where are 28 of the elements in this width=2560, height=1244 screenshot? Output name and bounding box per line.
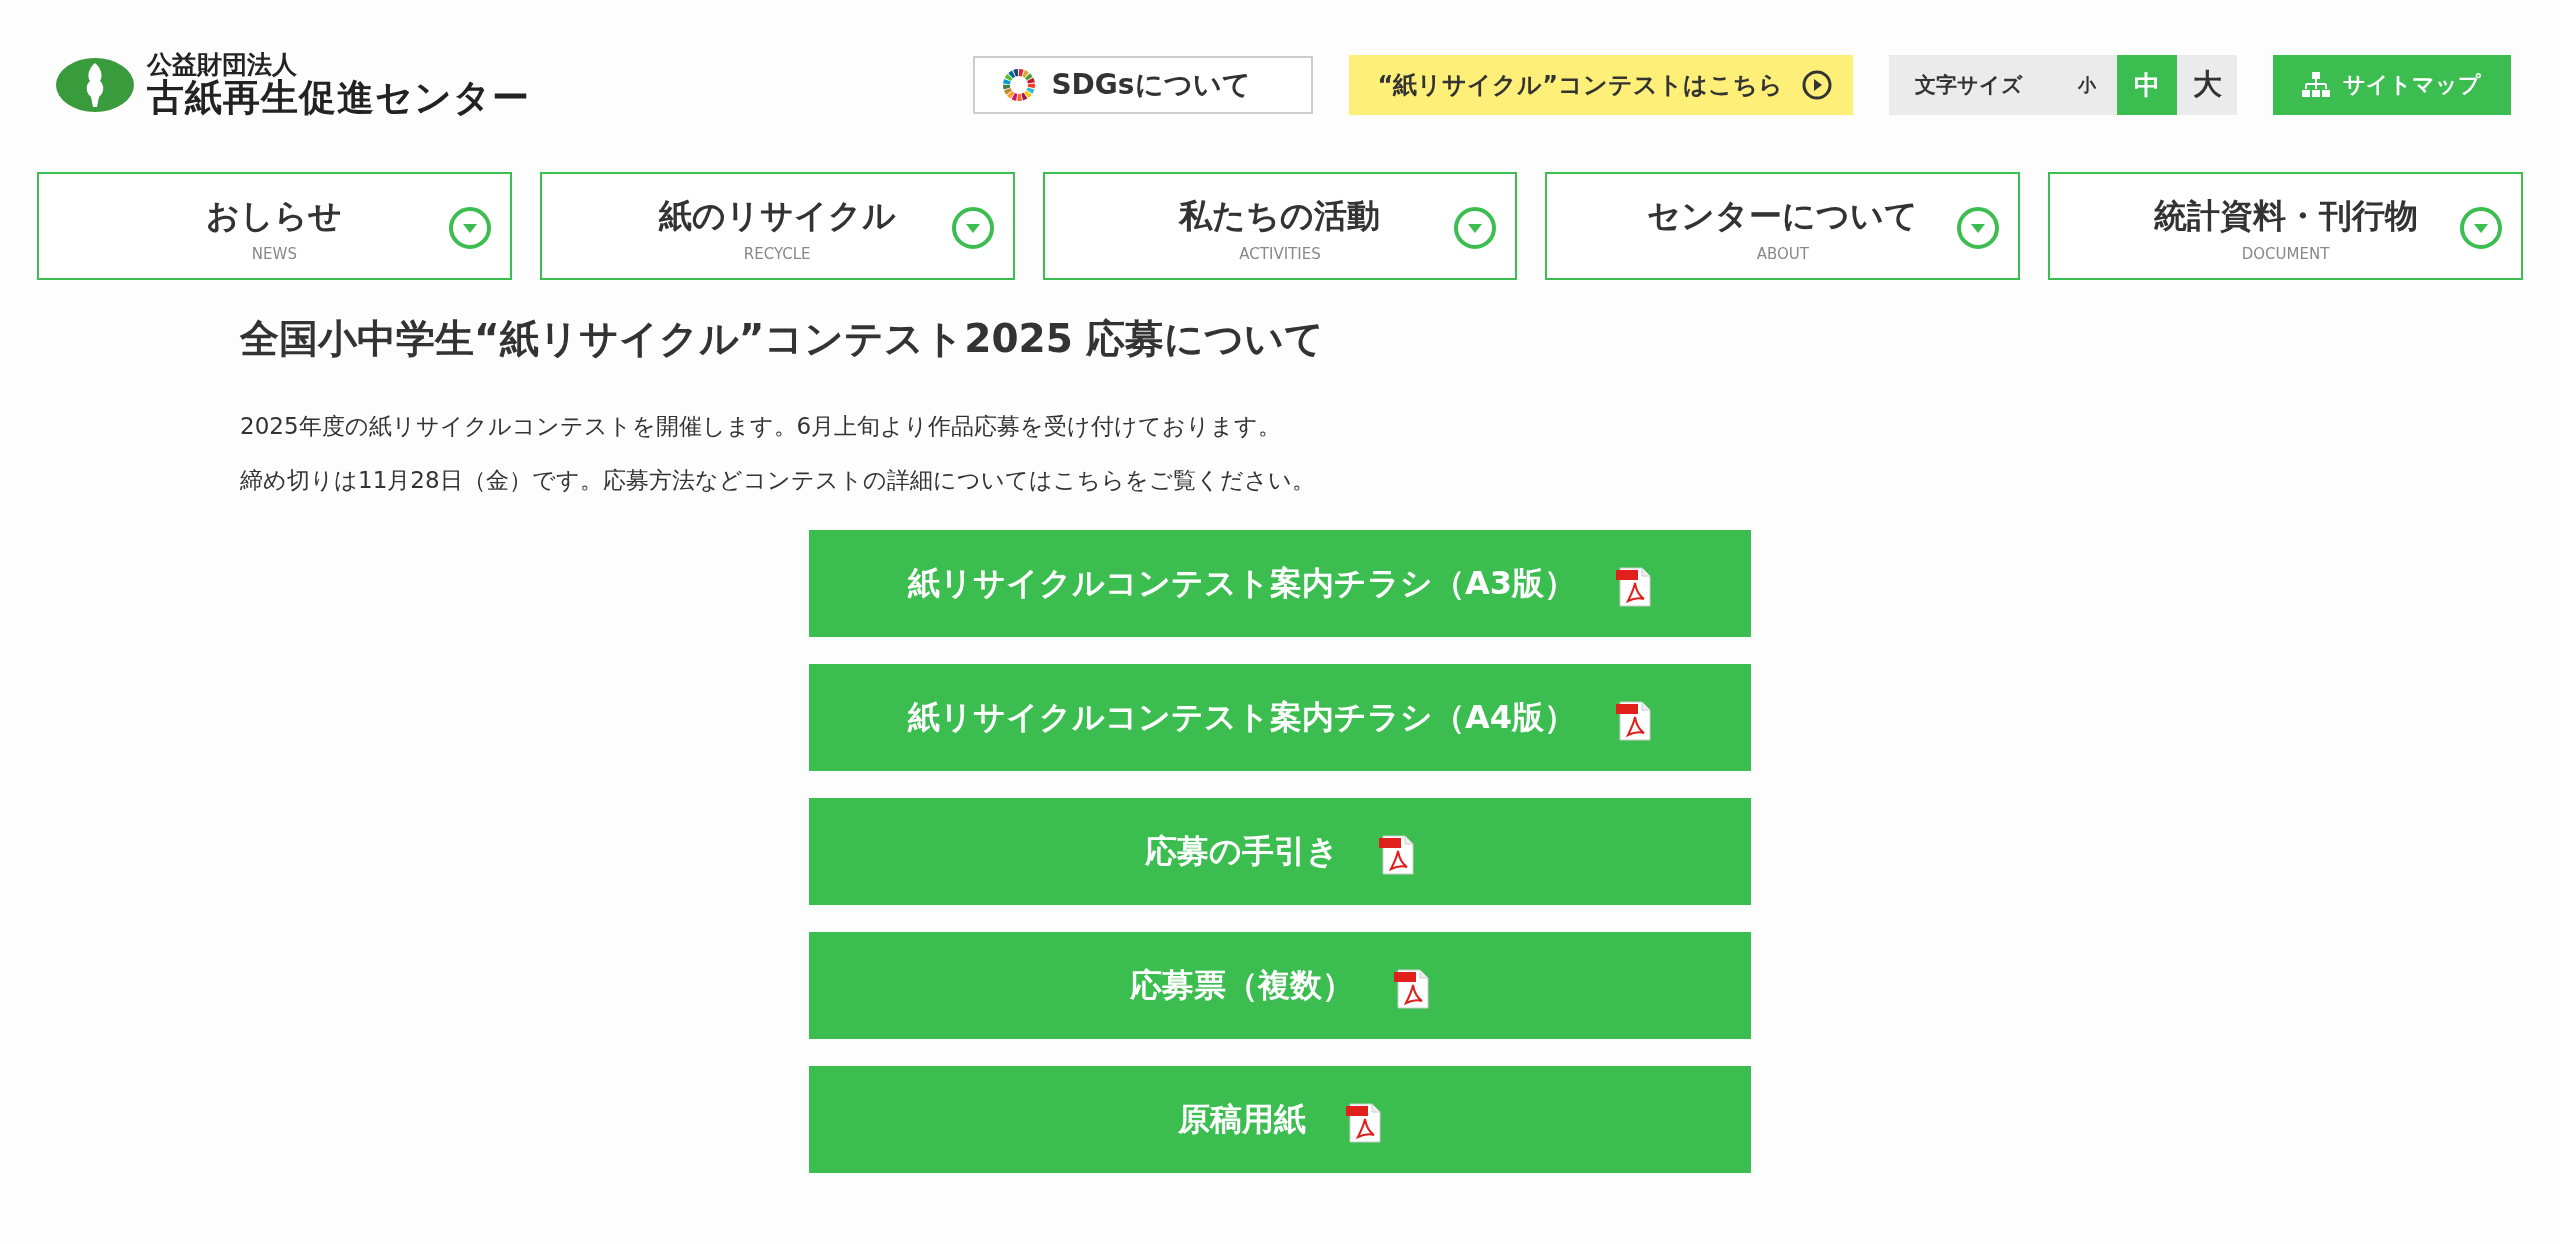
organization-name: 古紙再生促進センター bbox=[147, 78, 530, 120]
pdf-file-icon bbox=[1346, 1102, 1382, 1143]
font-size-label: 文字サイズ bbox=[1914, 72, 2024, 99]
nav-menu-item[interactable]: おしらせ NEWS bbox=[37, 172, 512, 280]
dropdown-icon bbox=[950, 206, 995, 250]
pdf-file-icon bbox=[1616, 700, 1652, 741]
paragraph: 2025年度の紙リサイクルコンテストを開催します。6月上旬より作品応募を受け付けております。 bbox=[240, 412, 1283, 441]
pdf-file-icon bbox=[1616, 566, 1652, 607]
page-title: 全国小中学生“紙リサイクル”コンテスト2025 応募について bbox=[240, 315, 1326, 363]
font-size-option[interactable]: 小 bbox=[2057, 55, 2117, 115]
organization-type: 公益財団法人 bbox=[147, 50, 298, 79]
logo-icon bbox=[55, 55, 135, 115]
pdf-file-icon bbox=[1394, 968, 1430, 1009]
dropdown-icon bbox=[447, 206, 492, 250]
nav-menu-item[interactable]: 私たちの活動 ACTIVITIES bbox=[1042, 172, 1518, 280]
font-size-option[interactable]: 大 bbox=[2177, 55, 2237, 115]
sdgs-link[interactable]: SDGsについて bbox=[973, 56, 1314, 114]
nav-menu-item[interactable]: 統計資料・刊行物 DOCUMENT bbox=[2048, 172, 2523, 280]
dropdown-icon bbox=[1956, 206, 2001, 250]
nav-menu-item[interactable]: 紙のリサイクル RECYCLE bbox=[539, 172, 1015, 280]
pdf-file-icon bbox=[1379, 834, 1415, 875]
sitemap-icon bbox=[2301, 70, 2331, 100]
dropdown-icon bbox=[1453, 206, 1498, 250]
nav-menu-item[interactable]: センターについて ABOUT bbox=[1545, 172, 2021, 280]
play-circle-icon bbox=[1801, 69, 1833, 101]
contest-link[interactable]: “紙リサイクル”コンテストはこちら bbox=[1349, 55, 1853, 115]
paragraph: 締め切りは11月28日（金）です。応募方法などコンテストの詳細についてはこちらをご覧ください。 bbox=[240, 466, 1316, 495]
dropdown-icon bbox=[2459, 206, 2503, 250]
